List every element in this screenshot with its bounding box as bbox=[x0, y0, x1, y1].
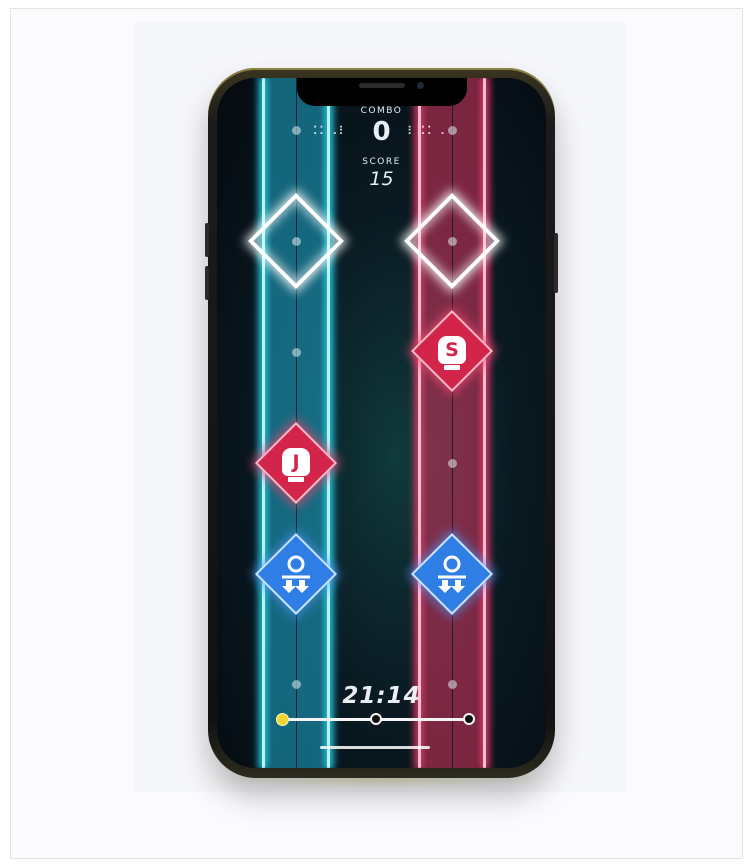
duck-icon bbox=[282, 555, 310, 593]
volume-button bbox=[205, 266, 209, 300]
combo-label: COMBO bbox=[360, 106, 403, 116]
beat-node bbox=[292, 348, 301, 357]
game-screen[interactable]: S J ⠨⠅⠠⠇ ⠇⠨⠅⠠ COMBO 0 SCORE 15 21:14 bbox=[217, 78, 546, 768]
volume-button bbox=[205, 223, 209, 257]
time-remaining: 21:14 bbox=[342, 683, 421, 709]
combo-value: 0 bbox=[372, 117, 391, 147]
note-letter: S bbox=[445, 338, 459, 361]
front-camera bbox=[417, 82, 424, 89]
home-indicator[interactable] bbox=[320, 746, 430, 749]
boxing-glove-icon: J bbox=[280, 446, 312, 482]
duck-icon bbox=[438, 555, 466, 593]
progress-end bbox=[463, 713, 475, 725]
power-button bbox=[554, 233, 558, 293]
song-progress-track[interactable] bbox=[276, 713, 475, 726]
score-label: SCORE bbox=[362, 157, 401, 167]
note-letter: J bbox=[292, 450, 300, 473]
progress-midpoint bbox=[370, 713, 382, 725]
speaker-grille bbox=[359, 83, 405, 88]
progress-marker[interactable] bbox=[276, 713, 289, 726]
beat-node bbox=[448, 459, 457, 468]
boxing-glove-icon: S bbox=[436, 334, 468, 370]
score-value: 15 bbox=[369, 168, 394, 190]
phone-notch bbox=[297, 78, 467, 106]
